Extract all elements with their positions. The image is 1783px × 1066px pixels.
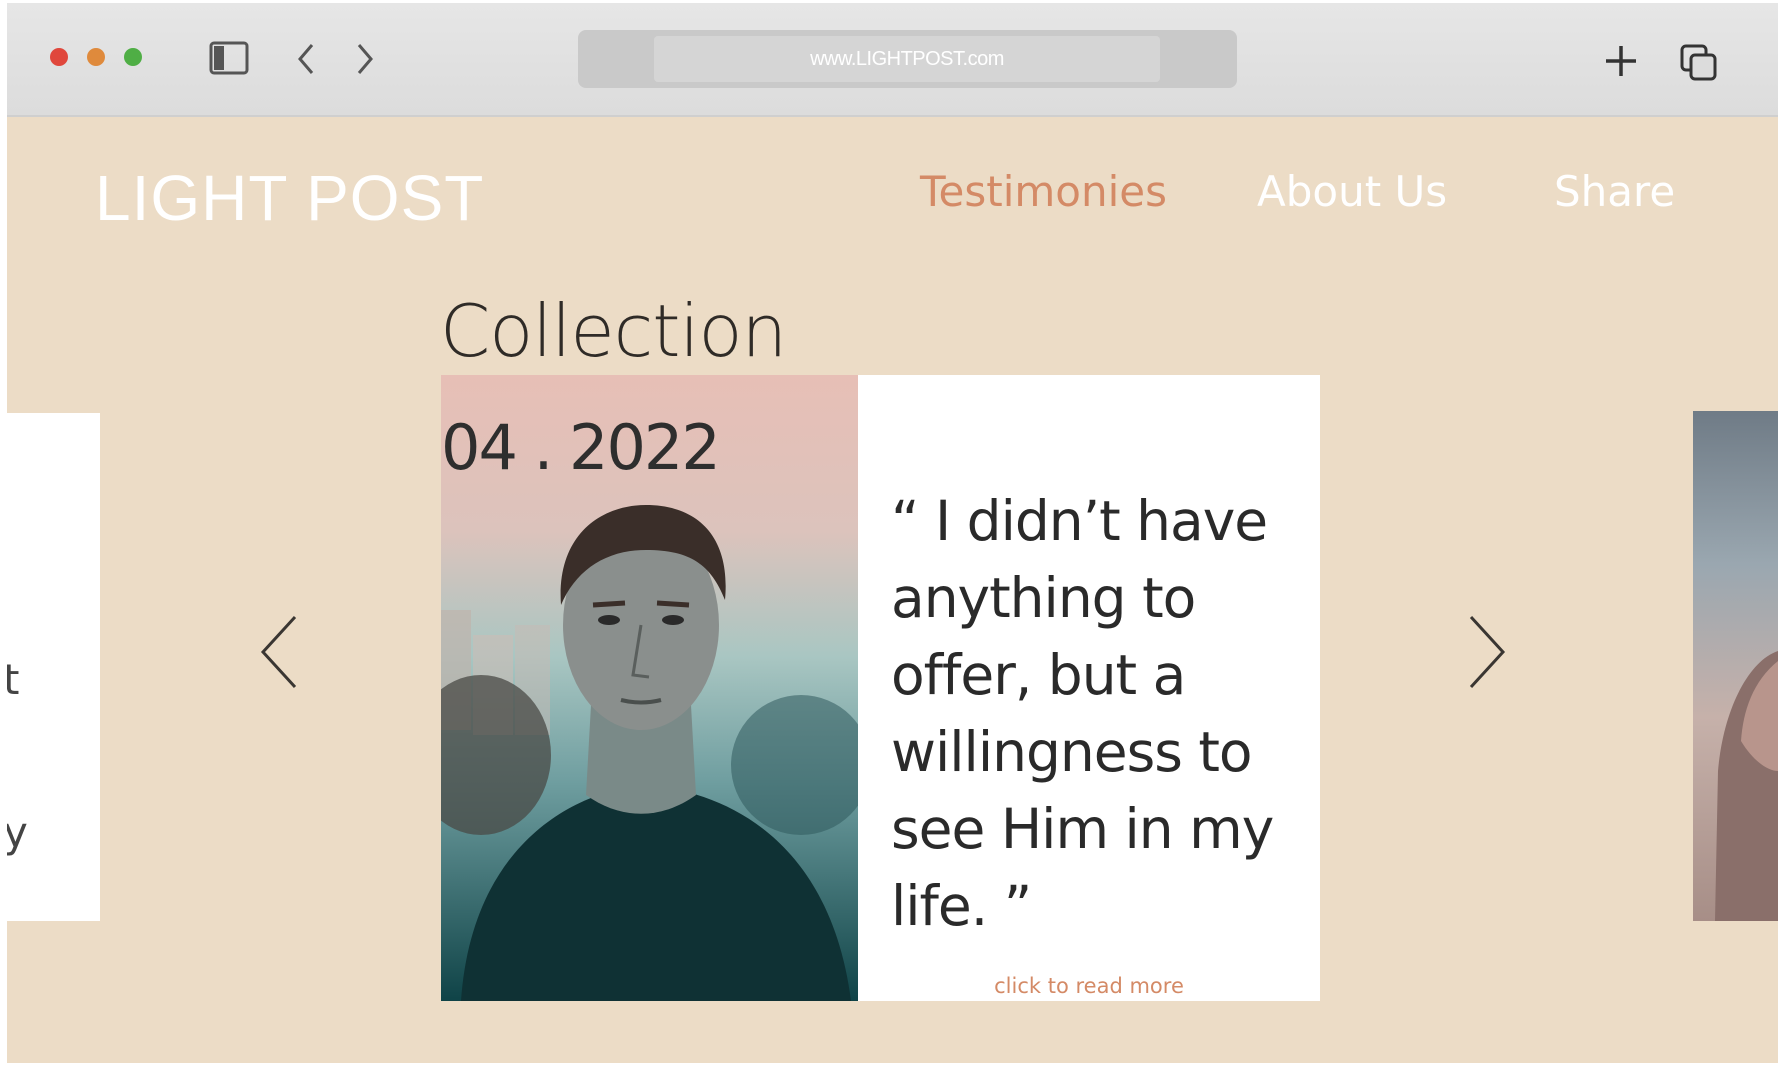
zoom-window-button[interactable] xyxy=(124,48,142,66)
testimony-card[interactable]: 04 . 2022 “ I didn’t have anything to of… xyxy=(441,375,1320,1001)
previous-testimony-card[interactable]: t y xyxy=(7,413,100,921)
nav-share[interactable]: Share xyxy=(1554,167,1675,216)
back-chevron-icon[interactable] xyxy=(292,41,322,77)
sidebar-icon[interactable] xyxy=(209,41,249,75)
site-logo[interactable]: LIGHT POST xyxy=(95,161,484,235)
next-arrow-icon[interactable] xyxy=(1463,613,1509,691)
url-text[interactable]: www.LIGHTPOST.com xyxy=(654,36,1160,82)
next-testimony-card[interactable] xyxy=(1693,411,1778,921)
browser-toolbar: www.LIGHTPOST.com xyxy=(7,3,1778,117)
tabs-icon[interactable] xyxy=(1679,43,1719,83)
plus-icon[interactable] xyxy=(1603,43,1639,79)
portrait-photo-partial xyxy=(1715,651,1778,921)
close-window-button[interactable] xyxy=(50,48,68,66)
browser-window: www.LIGHTPOST.com LIGHT POST Testimonies… xyxy=(7,3,1778,1063)
testimony-quote: “ I didn’t have anything to offer, but a… xyxy=(891,489,1274,938)
nav-testimonies[interactable]: Testimonies xyxy=(920,167,1167,216)
address-bar[interactable]: www.LIGHTPOST.com xyxy=(578,30,1237,88)
testimony-date: 04 . 2022 xyxy=(441,411,721,484)
nav-about-us[interactable]: About Us xyxy=(1257,167,1447,216)
minimize-window-button[interactable] xyxy=(87,48,105,66)
testimony-photo: 04 . 2022 xyxy=(441,375,858,1001)
read-more-link[interactable]: click to read more xyxy=(858,974,1320,998)
partial-text: y xyxy=(7,808,28,857)
previous-arrow-icon[interactable] xyxy=(257,613,303,691)
forward-chevron-icon[interactable] xyxy=(349,41,379,77)
collection-title: Collection xyxy=(440,289,787,373)
partial-text: t xyxy=(7,655,20,704)
